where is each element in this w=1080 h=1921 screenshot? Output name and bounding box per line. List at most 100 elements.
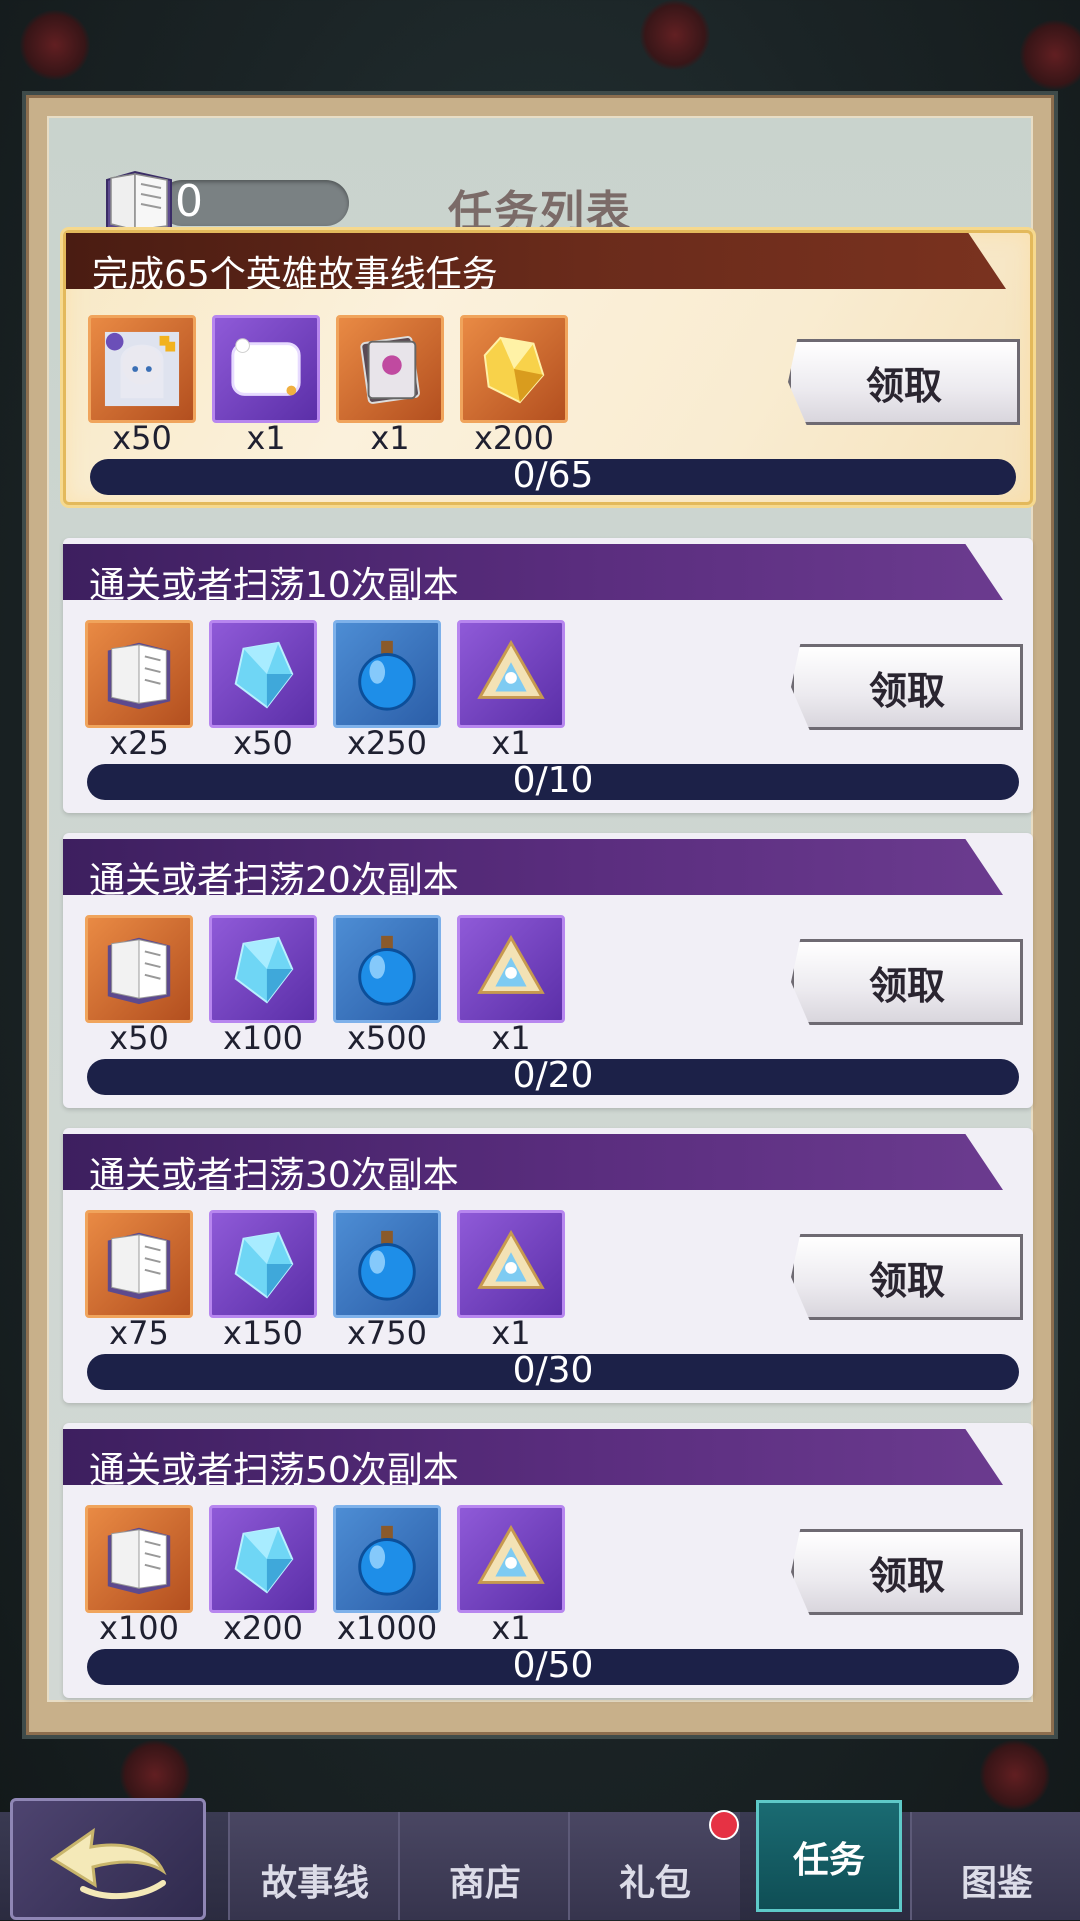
reward-quantity: x50 <box>109 1019 169 1057</box>
task-list-window: 0 任务列表 完成65个英雄故事线任务 x50 x1 x1 x200 领取 0/65 通关或者… <box>26 95 1054 1735</box>
reward-quantity: x100 <box>98 1609 179 1647</box>
back-button[interactable] <box>10 1798 206 1920</box>
blue-potion-icon <box>358 935 416 1006</box>
tab-shop[interactable]: 商店 <box>398 1812 570 1920</box>
task-book-icon <box>107 1232 171 1300</box>
task-card: 通关或者扫荡20次副本 x50 x100 x500 x1 领取 0/20 <box>63 833 1033 1108</box>
tab-codex-label: 图鉴 <box>960 1862 1033 1904</box>
blue-crystal-icon <box>234 1526 294 1594</box>
task-title: 通关或者扫荡10次副本 <box>89 565 459 606</box>
reward-item[interactable] <box>460 315 568 423</box>
gift-pack-notification-dot <box>709 1810 739 1840</box>
task-title: 通关或者扫荡30次副本 <box>89 1155 459 1196</box>
reward-quantity: x1 <box>491 1314 531 1352</box>
reward-quantity: x100 <box>222 1019 303 1057</box>
reward-quantity: x200 <box>473 419 554 457</box>
tab-story[interactable]: 故事线 <box>228 1812 400 1920</box>
claim-button[interactable]: 领取 <box>788 339 1020 425</box>
reward-quantity: x250 <box>346 724 427 762</box>
reward-quantity: x1 <box>491 1019 531 1057</box>
emblem-chest-icon <box>477 1229 545 1289</box>
reward-quantity: x1 <box>491 1609 531 1647</box>
reward-item[interactable] <box>457 620 565 728</box>
task-progress-bar: 0/10 <box>87 760 1019 801</box>
blue-crystal-icon <box>234 641 294 709</box>
chat-bubble-frame-icon <box>231 338 301 396</box>
task-title-banner: 完成65个英雄故事线任务 <box>66 233 1006 289</box>
reward-quantity: x200 <box>222 1609 303 1647</box>
reward-quantity: x1000 <box>336 1609 438 1647</box>
task-card: 通关或者扫荡30次副本 x75 x150 x750 x1 领取 0/30 <box>63 1128 1033 1403</box>
task-book-icon <box>107 937 171 1005</box>
blue-potion-icon <box>358 1525 416 1596</box>
task-list-panel: 0 任务列表 完成65个英雄故事线任务 x50 x1 x1 x200 领取 0/65 通关或者… <box>47 116 1033 1702</box>
hero-portrait-fragment-icon <box>104 331 180 407</box>
blue-crystal-icon <box>234 1231 294 1299</box>
emblem-chest-icon <box>477 639 545 699</box>
reward-quantity: x1 <box>246 419 286 457</box>
emblem-chest-icon <box>477 934 545 994</box>
claim-button[interactable]: 领取 <box>791 1234 1023 1320</box>
task-card: 通关或者扫荡50次副本 x100 x200 x1000 x1 领取 0/50 <box>63 1423 1033 1698</box>
reward-item[interactable] <box>88 315 196 423</box>
task-progress-text: 0/50 <box>512 1645 594 1686</box>
reward-item[interactable] <box>85 915 193 1023</box>
task-progress-bar: 0/50 <box>87 1645 1019 1686</box>
reward-item[interactable] <box>209 915 317 1023</box>
task-progress-bar: 0/20 <box>87 1055 1019 1096</box>
reward-quantity: x50 <box>233 724 293 762</box>
reward-item[interactable] <box>457 1210 565 1318</box>
featured-task-card: 完成65个英雄故事线任务 x50 x1 x1 x200 领取 0/65 <box>63 230 1033 505</box>
task-book-icon <box>107 1527 171 1595</box>
tab-gift-pack-label: 礼包 <box>618 1862 691 1904</box>
emblem-chest-icon <box>477 1524 545 1584</box>
reward-item[interactable] <box>333 1505 441 1613</box>
reward-item[interactable] <box>336 315 444 423</box>
blue-potion-icon <box>358 640 416 711</box>
claim-button[interactable]: 领取 <box>791 1529 1023 1615</box>
reward-quantity: x1 <box>370 419 410 457</box>
reward-item[interactable] <box>457 1505 565 1613</box>
task-progress-bar: 0/65 <box>90 455 1016 496</box>
reward-item[interactable] <box>457 915 565 1023</box>
task-title-banner: 通关或者扫荡20次副本 <box>63 839 1003 895</box>
task-book-icon <box>107 642 171 710</box>
card-pack-icon <box>360 336 420 404</box>
reward-item[interactable] <box>333 915 441 1023</box>
reward-quantity: x750 <box>346 1314 427 1352</box>
background-leaf <box>640 0 710 70</box>
reward-item[interactable] <box>85 1505 193 1613</box>
task-title-banner: 通关或者扫荡50次副本 <box>63 1429 1003 1485</box>
task-progress-text: 0/30 <box>512 1350 594 1391</box>
reward-item[interactable] <box>333 1210 441 1318</box>
reward-item[interactable] <box>333 620 441 728</box>
reward-quantity: x150 <box>222 1314 303 1352</box>
task-title-banner: 通关或者扫荡30次副本 <box>63 1134 1003 1190</box>
task-progress-text: 0/65 <box>512 455 594 496</box>
reward-item[interactable] <box>85 1210 193 1318</box>
claim-button[interactable]: 领取 <box>791 644 1023 730</box>
background-leaf <box>1020 20 1080 90</box>
claim-button[interactable]: 领取 <box>791 939 1023 1025</box>
task-title-banner: 通关或者扫荡10次副本 <box>63 544 1003 600</box>
background-leaf <box>20 10 90 80</box>
reward-item[interactable] <box>209 620 317 728</box>
reward-item[interactable] <box>209 1505 317 1613</box>
tab-story-label: 故事线 <box>260 1862 369 1904</box>
tab-shop-label: 商店 <box>448 1862 521 1904</box>
tab-codex[interactable]: 图鉴 <box>910 1812 1080 1920</box>
task-card: 通关或者扫荡10次副本 x25 x50 x250 x1 领取 0/10 <box>63 538 1033 813</box>
reward-item[interactable] <box>85 620 193 728</box>
reward-quantity: x50 <box>112 419 172 457</box>
gold-crystal-icon <box>483 336 545 404</box>
task-progress-text: 0/10 <box>512 760 594 801</box>
reward-item[interactable] <box>209 1210 317 1318</box>
task-list-header: 0 任务列表 <box>49 118 1031 250</box>
reward-quantity: x25 <box>109 724 169 762</box>
task-progress-text: 0/20 <box>512 1055 594 1096</box>
reward-quantity: x75 <box>109 1314 169 1352</box>
blue-potion-icon <box>358 1230 416 1301</box>
reward-item[interactable] <box>212 315 320 423</box>
tab-tasks[interactable]: 任务 <box>756 1800 902 1912</box>
task-title: 通关或者扫荡20次副本 <box>89 860 459 901</box>
